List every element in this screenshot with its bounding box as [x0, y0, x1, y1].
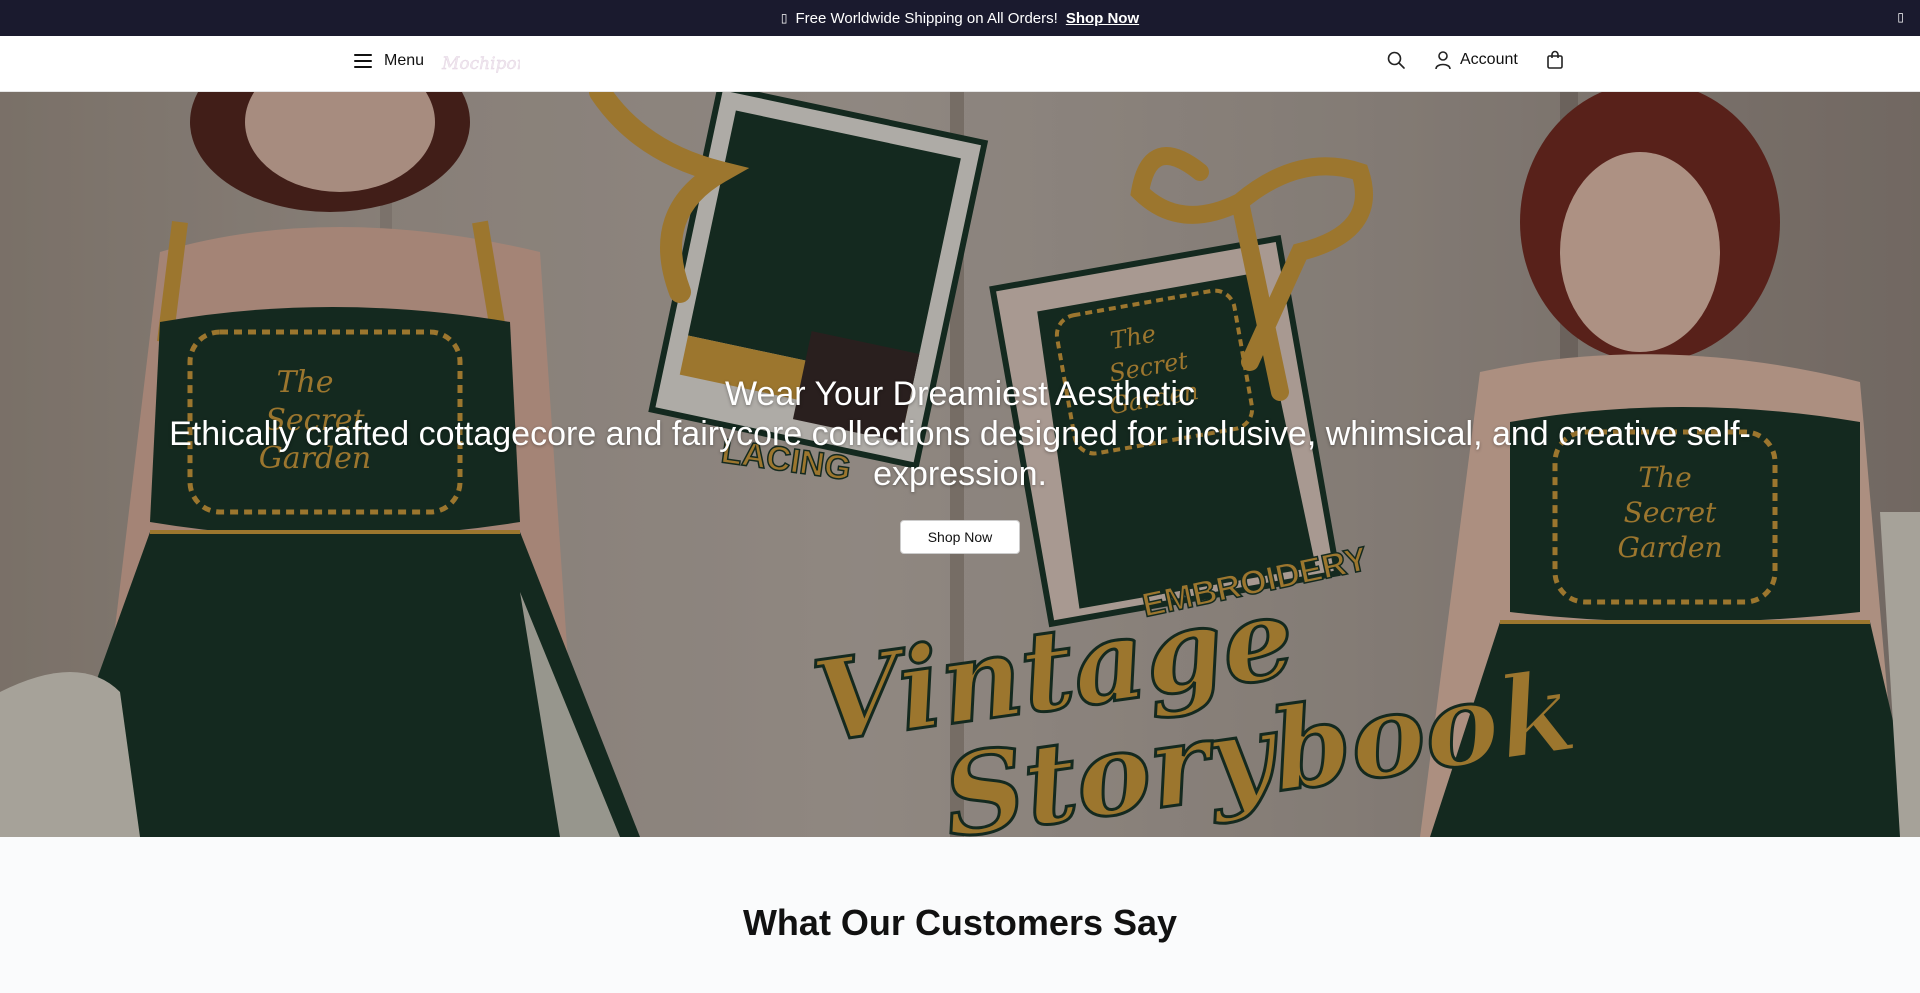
search-icon[interactable]	[1386, 50, 1406, 70]
announcement-text: Free Worldwide Shipping on All Orders!	[795, 9, 1058, 27]
announcement-shop-now-link[interactable]: Shop Now	[1066, 10, 1139, 27]
menu-icon	[354, 54, 372, 68]
announcement-bar: ▯ Free Worldwide Shipping on All Orders!…	[0, 0, 1920, 36]
hero-banner: The Secret Garden LACING The Secret Gard…	[0, 92, 1920, 837]
user-icon	[1434, 50, 1452, 70]
hero-title: Wear Your Dreamiest Aesthetic	[725, 375, 1195, 413]
menu-button[interactable]: Menu	[354, 52, 424, 70]
menu-label: Menu	[384, 52, 425, 69]
account-label: Account	[1460, 51, 1518, 68]
close-icon[interactable]: ▯	[1897, 10, 1904, 24]
testimonials-title: What Our Customers Say	[742, 902, 1178, 943]
hero-subtitle: Ethically crafted cottagecore and fairyc…	[169, 415, 1751, 493]
announcement-icon: ▯	[780, 11, 788, 25]
hero-shop-now-button[interactable]: Shop Now	[900, 520, 1020, 554]
account-link[interactable]: Account	[1434, 50, 1518, 70]
site-header: Menu Mochipon Account	[0, 36, 1920, 92]
header-actions: Account	[1386, 50, 1564, 70]
svg-text:Mochipon: Mochipon	[441, 54, 520, 74]
bag-icon[interactable]	[1546, 50, 1564, 70]
logo[interactable]: Mochipon	[440, 48, 520, 78]
